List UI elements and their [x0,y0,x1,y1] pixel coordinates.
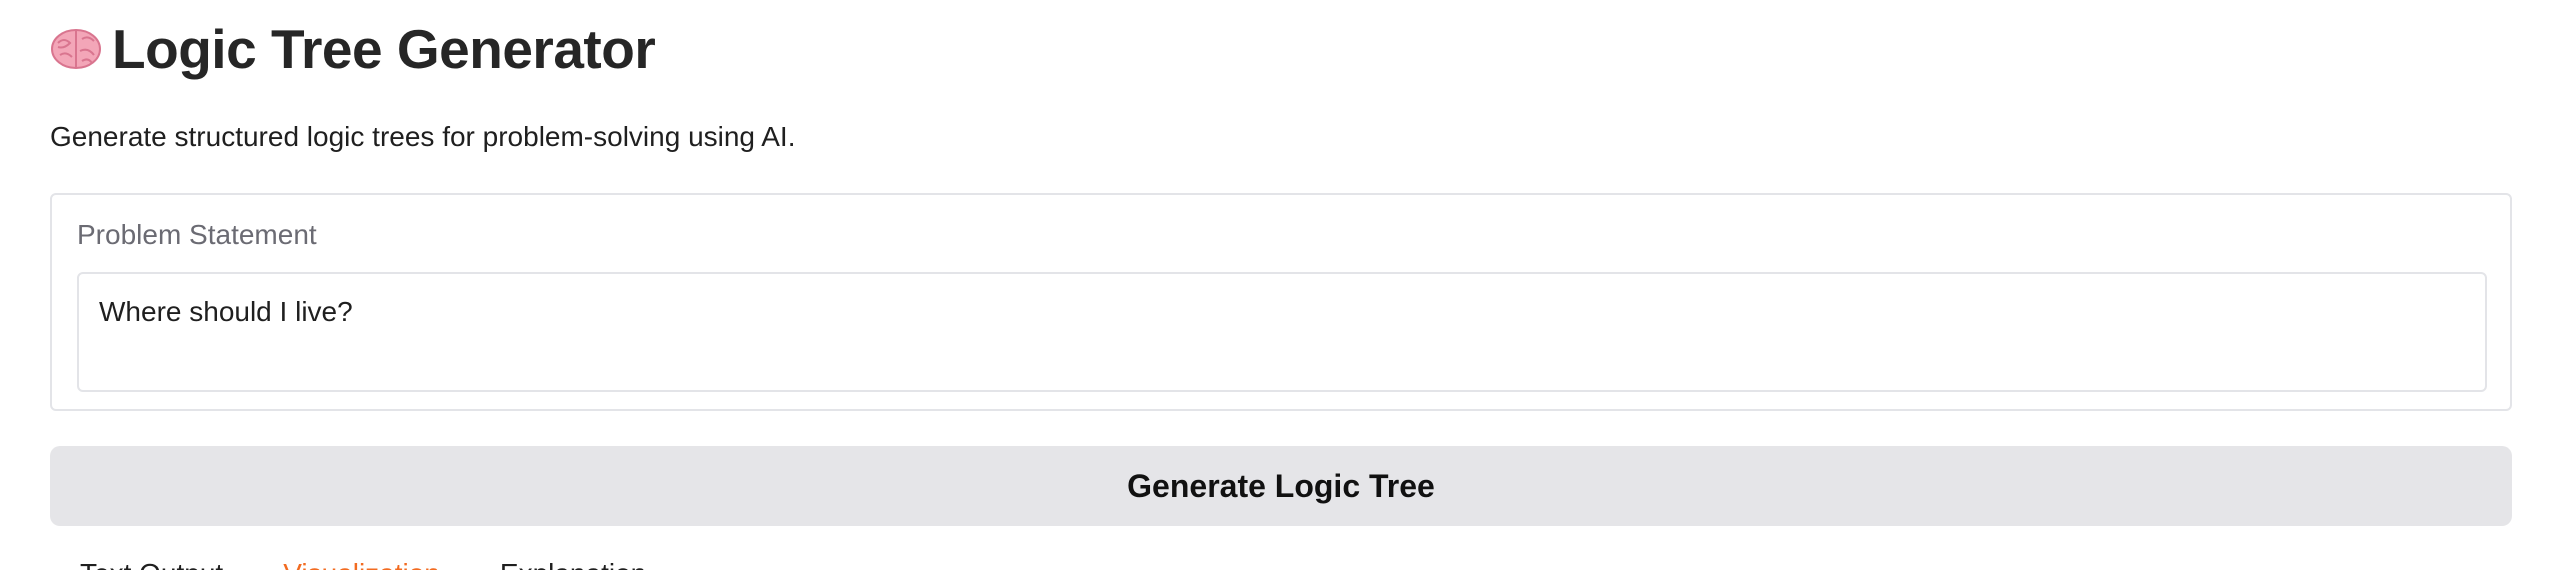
header: Logic Tree Generator [50,14,656,84]
brain-icon [50,27,102,71]
problem-statement-input[interactable]: Where should I live? [77,272,2487,392]
tab-explanation[interactable]: Explanation [470,554,676,570]
tab-text-output[interactable]: Text Output [50,554,253,570]
problem-statement-label: Problem Statement [77,219,317,250]
problem-statement-card: Problem Statement Where should I live? [50,193,2512,411]
page-title: Logic Tree Generator [112,18,656,80]
page-subtitle: Generate structured logic trees for prob… [50,121,796,152]
output-tabs: Text Output Visualization Explanation [50,554,676,570]
tab-visualization[interactable]: Visualization [253,554,470,570]
app-page: Logic Tree Generator Generate structured… [0,0,2562,570]
generate-logic-tree-button[interactable]: Generate Logic Tree [50,446,2512,526]
